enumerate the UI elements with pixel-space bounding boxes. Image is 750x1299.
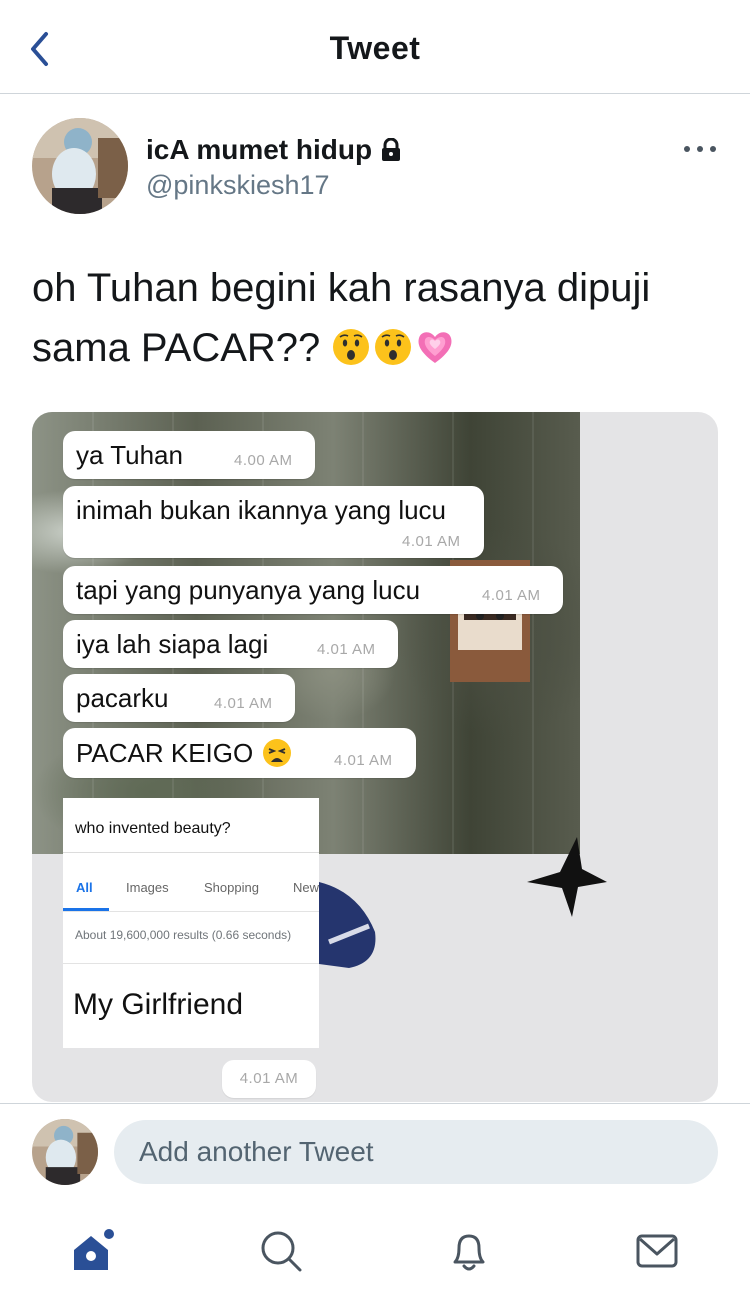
tired-face-icon xyxy=(263,739,291,767)
growing-heart-icon xyxy=(418,332,452,363)
nav-notifications[interactable] xyxy=(446,1228,492,1274)
search-tab-shopping: Shopping xyxy=(204,880,259,895)
chat-message: inimah bukan ikannya yang lucu xyxy=(76,495,447,525)
nav-search[interactable] xyxy=(258,1228,304,1274)
chat-bubble: ya Tuhan 4.00 AM xyxy=(63,431,315,479)
mail-icon xyxy=(636,1234,678,1268)
current-user-avatar[interactable] xyxy=(32,1119,98,1185)
divider xyxy=(0,1103,750,1104)
hushed-face-icon xyxy=(375,329,412,365)
tweet-text: oh Tuhan begini kah rasanya dipuji sama … xyxy=(32,258,692,378)
chat-time: 4.01 AM xyxy=(482,587,541,604)
search-screenshot: who invented beauty? All Images Shopping… xyxy=(63,798,319,1048)
chat-message: iya lah siapa lagi xyxy=(76,629,269,659)
author-display-name: icA mumet hidup xyxy=(146,134,373,165)
nav-home[interactable] xyxy=(70,1228,116,1274)
search-stats: About 19,600,000 results (0.66 seconds) xyxy=(75,928,292,942)
chat-time: 4.01 AM xyxy=(222,1060,316,1098)
chat-message: PACAR KEIGO xyxy=(76,738,254,768)
page-title: Tweet xyxy=(329,30,421,66)
hushed-face-icon xyxy=(333,329,370,365)
chat-message: pacarku xyxy=(76,683,169,713)
chat-bubble: pacarku 4.01 AM xyxy=(63,674,295,722)
bottom-nav xyxy=(0,1200,750,1299)
star-icon xyxy=(527,837,607,917)
more-dot-icon xyxy=(710,146,716,152)
chat-message: ya Tuhan xyxy=(76,440,183,470)
more-dot-icon xyxy=(697,146,703,152)
top-bar: Tweet xyxy=(0,0,750,94)
chat-bubble: PACAR KEIGO 4.01 AM xyxy=(63,728,416,778)
search-tab-news: New xyxy=(293,880,320,895)
author-name[interactable]: icA mumet hidup xyxy=(146,134,402,166)
chat-bubble: tapi yang punyanya yang lucu 4.01 AM xyxy=(63,566,563,614)
chat-time: 4.01 AM xyxy=(317,641,376,658)
chat-time: 4.00 AM xyxy=(234,452,293,469)
avatar[interactable] xyxy=(32,118,128,214)
bag-illustration xyxy=(319,882,376,968)
chat-time: 4.01 AM xyxy=(334,752,393,769)
more-dot-icon xyxy=(684,146,690,152)
author-handle[interactable]: @pinkskiesh17 xyxy=(146,170,330,201)
home-icon xyxy=(74,1229,114,1270)
more-options-button[interactable] xyxy=(684,146,716,156)
reply-input[interactable]: Add another Tweet xyxy=(114,1120,718,1184)
search-query: who invented beauty? xyxy=(75,820,231,837)
chat-bubble: iya lah siapa lagi 4.01 AM xyxy=(63,620,398,668)
bell-icon xyxy=(453,1234,485,1271)
avatar-image xyxy=(32,1119,98,1185)
search-tab-images: Images xyxy=(126,880,169,895)
search-answer: My Girlfriend xyxy=(73,988,244,1021)
search-tab-all: All xyxy=(76,880,93,895)
chat-time: 4.01 AM xyxy=(402,533,461,550)
avatar-image xyxy=(32,118,128,214)
tweet-media[interactable]: ya Tuhan 4.00 AM inimah bukan ikannya ya… xyxy=(32,412,718,1102)
lock-icon xyxy=(382,138,401,161)
chat-bubble: inimah bukan ikannya yang lucu 4.01 AM xyxy=(63,486,484,558)
search-icon xyxy=(261,1231,302,1272)
nav-messages[interactable] xyxy=(634,1228,680,1274)
chat-message: tapi yang punyanya yang lucu xyxy=(76,575,421,605)
chat-time: 4.01 AM xyxy=(214,695,273,712)
